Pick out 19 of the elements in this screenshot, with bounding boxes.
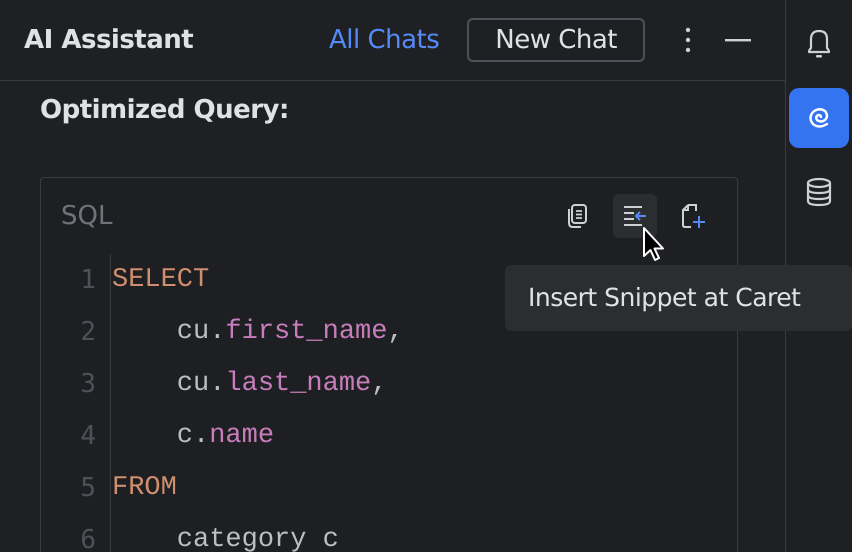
spiral-tool-button[interactable] xyxy=(789,88,849,148)
code-line: cu.last_name, xyxy=(176,368,388,401)
panel-title: AI Assistant xyxy=(24,24,194,56)
tooltip: Insert Snippet at Caret xyxy=(505,265,852,331)
code-line: c.name xyxy=(176,420,274,453)
insert-lines-icon xyxy=(622,203,648,229)
language-label: SQL xyxy=(61,200,112,232)
more-options-icon[interactable] xyxy=(685,27,691,53)
add-file-icon xyxy=(680,203,706,229)
section-heading: Optimized Query: xyxy=(40,95,289,125)
all-chats-link[interactable]: All Chats xyxy=(328,20,440,60)
mouse-pointer-icon xyxy=(642,226,666,263)
minimize-icon[interactable] xyxy=(725,38,751,42)
code-line: FROM xyxy=(111,472,177,505)
code-line: category c xyxy=(176,524,339,552)
code-line: SELECT xyxy=(111,264,210,297)
code-line: cu.first_name, xyxy=(176,316,404,349)
new-chat-button[interactable]: New Chat xyxy=(467,18,645,62)
insert-lines-button[interactable] xyxy=(613,194,657,238)
